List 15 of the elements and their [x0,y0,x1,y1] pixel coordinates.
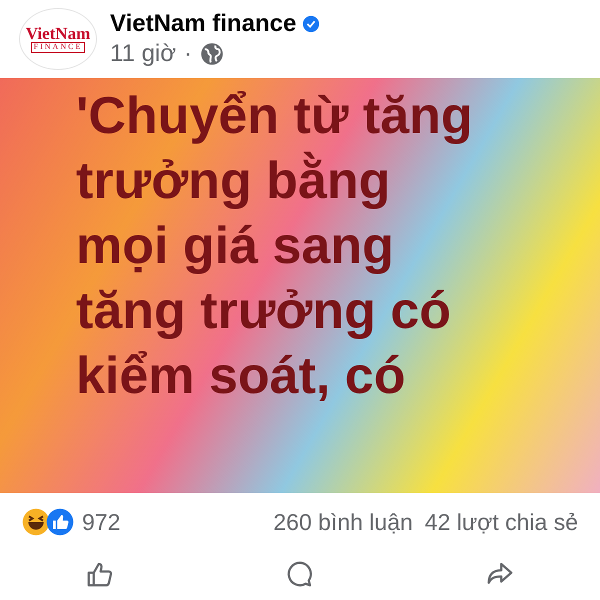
verified-badge-icon [302,15,320,33]
comment-count[interactable]: 260 bình luận [273,508,413,536]
logo-text: VietNam [26,25,90,42]
share-count[interactable]: 42 lượt chia sẻ [424,508,578,536]
like-reaction-icon [46,508,74,536]
logo-subtext: FINANCE [30,42,86,53]
separator-dot: · [184,40,192,68]
post-time[interactable]: 11 giờ [110,40,176,68]
page-name[interactable]: VietNam finance [110,10,296,38]
haha-reaction-icon [22,508,50,536]
speech-bubble-icon [285,558,315,588]
page-logo[interactable]: VietNam FINANCE [20,9,96,69]
globe-icon [200,42,224,66]
post-text: 'Chuyển từ tăng trưởng bằng mọi giá sang tăng trưởng có kiểm soát, có [76,86,474,407]
reaction-count[interactable]: 972 [82,508,120,536]
